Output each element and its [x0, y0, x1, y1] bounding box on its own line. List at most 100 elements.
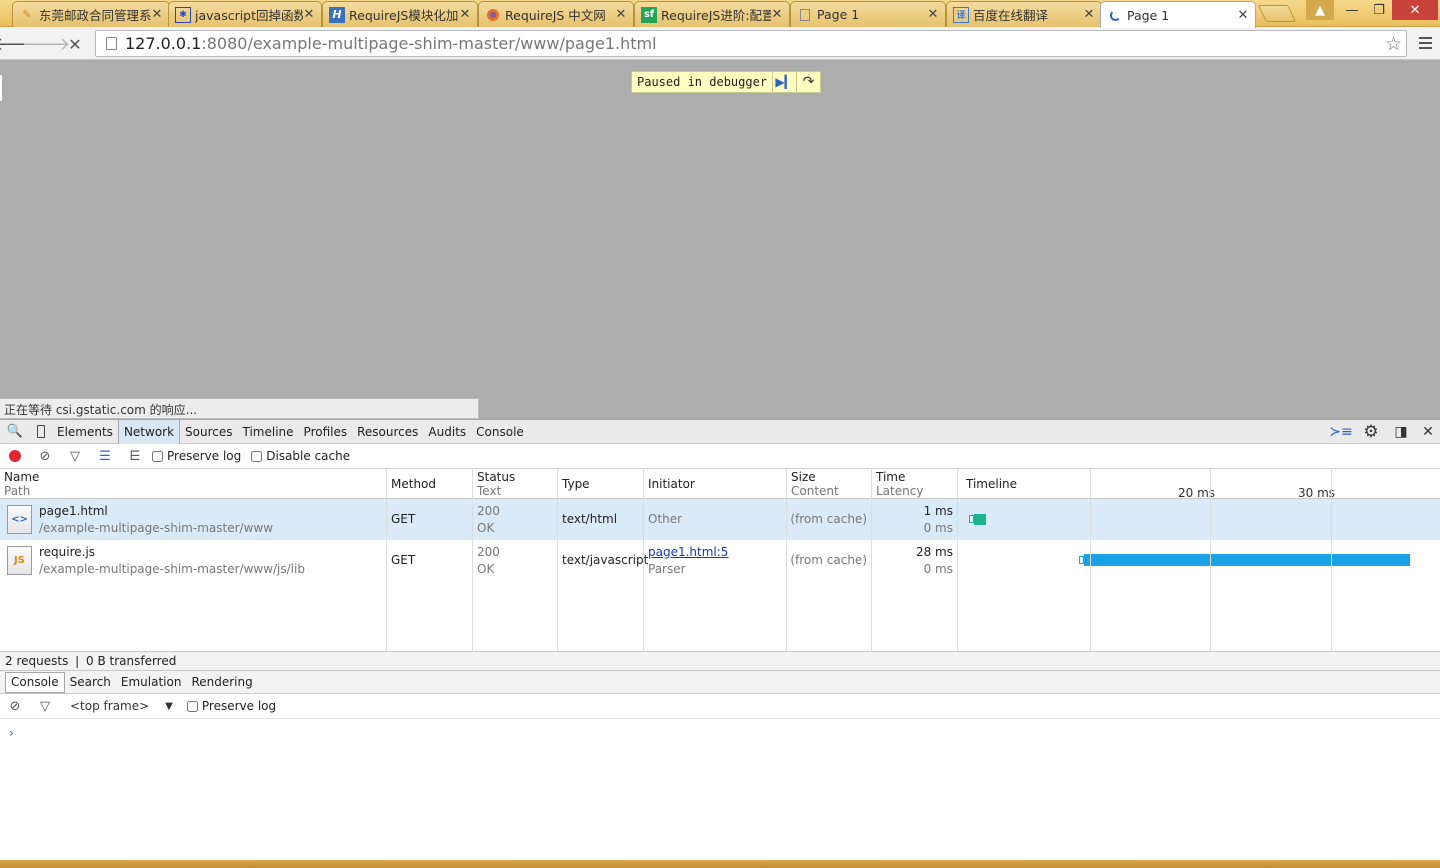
column-header-status[interactable]: Status Text — [473, 469, 557, 499]
preserve-log-checkbox[interactable]: Preserve log — [150, 449, 241, 463]
console-toolbar: ⊘ ▽ <top frame> ▼ Preserve log — [0, 694, 1440, 719]
close-icon[interactable]: ✕ — [1083, 7, 1095, 22]
column-header-size[interactable]: Size Content — [787, 469, 871, 499]
disable-cache-checkbox[interactable]: Disable cache — [249, 449, 350, 463]
browser-tab-3[interactable]: H RequireJS模块化加 ✕ — [322, 1, 478, 27]
browser-tab-6[interactable]: Page 1 ✕ — [790, 1, 946, 27]
preserve-log-input[interactable] — [152, 450, 163, 462]
browser-tab-1[interactable]: ✎ 东莞邮政合同管理系统 ✕ — [12, 1, 170, 27]
tab-network[interactable]: Network — [117, 419, 181, 444]
search-icon[interactable]: 🔍 — [0, 420, 30, 444]
column-header-time[interactable]: Time Latency — [872, 469, 957, 499]
maximize-button[interactable]: ❐ — [1366, 0, 1392, 20]
header-sub-label: Latency — [876, 484, 924, 498]
tab-title: javascript回掉函数 — [195, 8, 303, 23]
browser-tab-7[interactable]: 译 百度在线翻译 ✕ — [946, 1, 1102, 27]
tab-profiles[interactable]: Profiles — [299, 420, 353, 444]
clear-console-icon[interactable]: ⊘ — [0, 694, 30, 718]
tab-sources[interactable]: Sources — [180, 420, 237, 444]
column-divider[interactable] — [957, 469, 958, 651]
browser-tab-active[interactable]: Page 1 ✕ — [1100, 1, 1256, 28]
header-label: Initiator — [648, 477, 695, 491]
browser-tab-5[interactable]: sf RequireJS进阶:配置 ✕ — [634, 1, 790, 27]
console-preserve-log-checkbox[interactable]: Preserve log — [185, 699, 276, 713]
column-header-method[interactable]: Method — [387, 469, 472, 499]
close-icon[interactable]: ✕ — [771, 7, 783, 22]
bookmark-star-icon[interactable]: ☆ — [1385, 33, 1402, 55]
column-divider[interactable] — [557, 469, 558, 651]
header-label: Type — [562, 477, 590, 491]
console-prompt[interactable]: › — [9, 726, 14, 740]
column-header-initiator[interactable]: Initiator — [644, 469, 786, 499]
omnibox[interactable]: 127.0.0.1:8080/example-multipage-shim-ma… — [95, 30, 1407, 57]
cell-initiator: page1.html:5 Parser — [644, 540, 786, 581]
browser-tab-4[interactable]: RequireJS 中文网 ✕ — [478, 1, 634, 27]
filter-icon[interactable]: ▽ — [30, 694, 60, 718]
close-icon[interactable]: ✕ — [615, 7, 627, 22]
initiator-link[interactable]: page1.html:5 — [648, 544, 786, 561]
drawer-tab-emulation[interactable]: Emulation — [116, 672, 187, 693]
tab-strip: ✎ 东莞邮政合同管理系统 ✕ ✱ javascript回掉函数 ✕ H Requ… — [0, 0, 1440, 28]
tab-console[interactable]: Console — [471, 420, 529, 444]
column-header-name[interactable]: Name Path — [0, 469, 386, 499]
drawer-tab-search[interactable]: Search — [65, 672, 116, 693]
window-close-button[interactable]: ✕ — [1392, 0, 1438, 20]
request-method: GET — [391, 553, 416, 567]
column-divider[interactable] — [871, 469, 872, 651]
tab-elements[interactable]: Elements — [52, 420, 118, 444]
cell-time: 28 ms 0 ms — [872, 540, 957, 581]
tab-timeline[interactable]: Timeline — [238, 420, 299, 444]
header-sub-label: Text — [477, 484, 502, 498]
resume-icon[interactable]: ▶▎ — [772, 72, 796, 92]
column-divider[interactable] — [472, 469, 473, 651]
cell-name: require.js /example-multipage-shim-maste… — [35, 540, 385, 581]
column-header-type[interactable]: Type — [558, 469, 643, 499]
table-row[interactable]: JS require.js /example-multipage-shim-ma… — [0, 540, 1440, 581]
record-icon[interactable] — [0, 444, 30, 468]
close-icon[interactable]: ✕ — [1237, 8, 1249, 23]
forward-arrow-icon[interactable]: 🡒 — [22, 33, 70, 55]
cell-size: (from cache) — [787, 540, 871, 581]
large-rows-icon[interactable]: ☰ — [90, 444, 120, 468]
network-summary: 2 requests ❘ 0 B transferred — [0, 652, 1440, 671]
request-method: GET — [391, 512, 416, 526]
dock-side-icon[interactable]: ◨ — [1386, 424, 1416, 440]
network-toolbar: ⊘ ▽ ☰ ⋿ Preserve log Disable cache — [0, 444, 1440, 469]
new-tab-button[interactable] — [1258, 5, 1296, 22]
column-divider[interactable] — [643, 469, 644, 651]
stop-loading-icon[interactable]: ✕ — [64, 33, 86, 55]
clear-icon[interactable]: ⊘ — [30, 444, 60, 468]
cell-type: text/html — [558, 499, 643, 540]
overview-icon[interactable]: ⋿ — [120, 444, 150, 468]
tab-resources[interactable]: Resources — [352, 420, 423, 444]
drawer-tab-console[interactable]: Console — [5, 671, 65, 693]
column-divider[interactable] — [786, 469, 787, 651]
frame-selector[interactable]: <top frame> ▼ — [70, 699, 173, 713]
html-file-icon: <> — [7, 505, 32, 534]
header-sub-label: Content — [791, 484, 839, 498]
close-icon[interactable]: ✕ — [303, 7, 315, 22]
column-divider[interactable] — [386, 469, 387, 651]
filter-icon[interactable]: ▽ — [60, 444, 90, 468]
close-icon[interactable]: ✕ — [151, 7, 163, 22]
close-icon[interactable]: ✕ — [459, 7, 471, 22]
minimize-button[interactable]: — — [1338, 0, 1366, 20]
paused-label: Paused in debugger — [637, 75, 768, 89]
step-over-icon[interactable]: ↷ — [796, 72, 820, 92]
tab-audits[interactable]: Audits — [423, 420, 471, 444]
hamburger-menu-icon[interactable] — [1415, 33, 1435, 53]
gear-icon[interactable]: ⚙ — [1356, 422, 1386, 442]
browser-tab-2[interactable]: ✱ javascript回掉函数 ✕ — [168, 1, 322, 27]
h-logo-icon: H — [329, 6, 345, 23]
disable-cache-input[interactable] — [251, 450, 263, 462]
page-viewport: Paused in debugger ▶▎ ↷ 正在等待 csi.gstatic… — [0, 60, 1440, 419]
table-row[interactable]: <> page1.html /example-multipage-shim-ma… — [0, 499, 1440, 540]
column-header-timeline[interactable]: Timeline — [958, 469, 1088, 499]
close-icon[interactable]: ✕ — [927, 7, 939, 22]
close-devtools-icon[interactable]: ✕ — [1416, 424, 1440, 440]
device-mode-icon[interactable] — [30, 420, 52, 444]
show-drawer-icon[interactable]: ≻≡ — [1326, 424, 1356, 440]
console-preserve-log-input[interactable] — [186, 700, 198, 712]
user-icon[interactable]: ▲ — [1306, 0, 1334, 20]
drawer-tab-rendering[interactable]: Rendering — [186, 672, 257, 693]
